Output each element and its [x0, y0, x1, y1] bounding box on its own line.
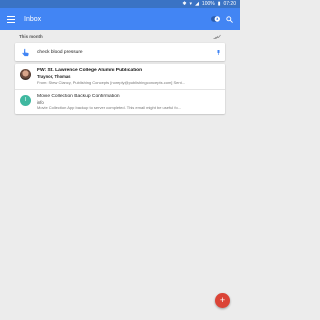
email-sender: info [37, 99, 44, 105]
email-snippet: Movie Collection App backup to server co… [37, 105, 181, 110]
email-list: FW: St. Lawrence College Alumni Publicat… [15, 64, 225, 114]
avatar [20, 69, 31, 80]
avatar: I [20, 94, 31, 106]
email-sender: Traynor, Thomas [37, 74, 71, 79]
email-item[interactable]: FW: St. Lawrence College Alumni Publicat… [15, 64, 225, 89]
section-title: This month [19, 34, 43, 39]
reminder-text: check blood pressure [37, 49, 83, 55]
page-title: Inbox [24, 15, 42, 23]
signal-icon: ◢ [195, 0, 199, 7]
search-icon[interactable] [225, 15, 234, 24]
section-header: This month [15, 30, 225, 43]
app-bar: Inbox [0, 8, 240, 30]
email-subject: FW: St. Lawrence College Alumni Publicat… [37, 68, 143, 73]
email-snippet: From: Stew Clancy, Publishing Concepts [… [37, 79, 186, 85]
battery-icon: ▮ [217, 0, 221, 7]
pin-icon[interactable] [217, 49, 220, 55]
hamburger-menu-icon[interactable] [0, 8, 22, 30]
compose-button[interactable]: + [215, 293, 230, 308]
status-time: 07:20 [223, 1, 236, 7]
email-subject: Movie Collection Backup Confirmation [37, 93, 120, 99]
sweep-icon[interactable] [213, 34, 221, 40]
reminder-card[interactable]: check blood pressure [15, 43, 225, 61]
bluetooth-icon: ✱ [182, 0, 187, 7]
battery-percent: 100% [201, 1, 215, 7]
status-bar: ✱ ▾ ◢ 100% ▮ 07:20 [0, 0, 240, 8]
pin-toggle-icon[interactable] [211, 15, 220, 24]
app-bar-actions [211, 15, 240, 24]
email-item[interactable]: I Movie Collection Backup Confirmation i… [15, 88, 225, 115]
wifi-icon: ▾ [189, 0, 193, 7]
inbox-content: This month check blood pressure FW: St. … [15, 30, 225, 114]
reminder-hand-icon [20, 47, 31, 58]
